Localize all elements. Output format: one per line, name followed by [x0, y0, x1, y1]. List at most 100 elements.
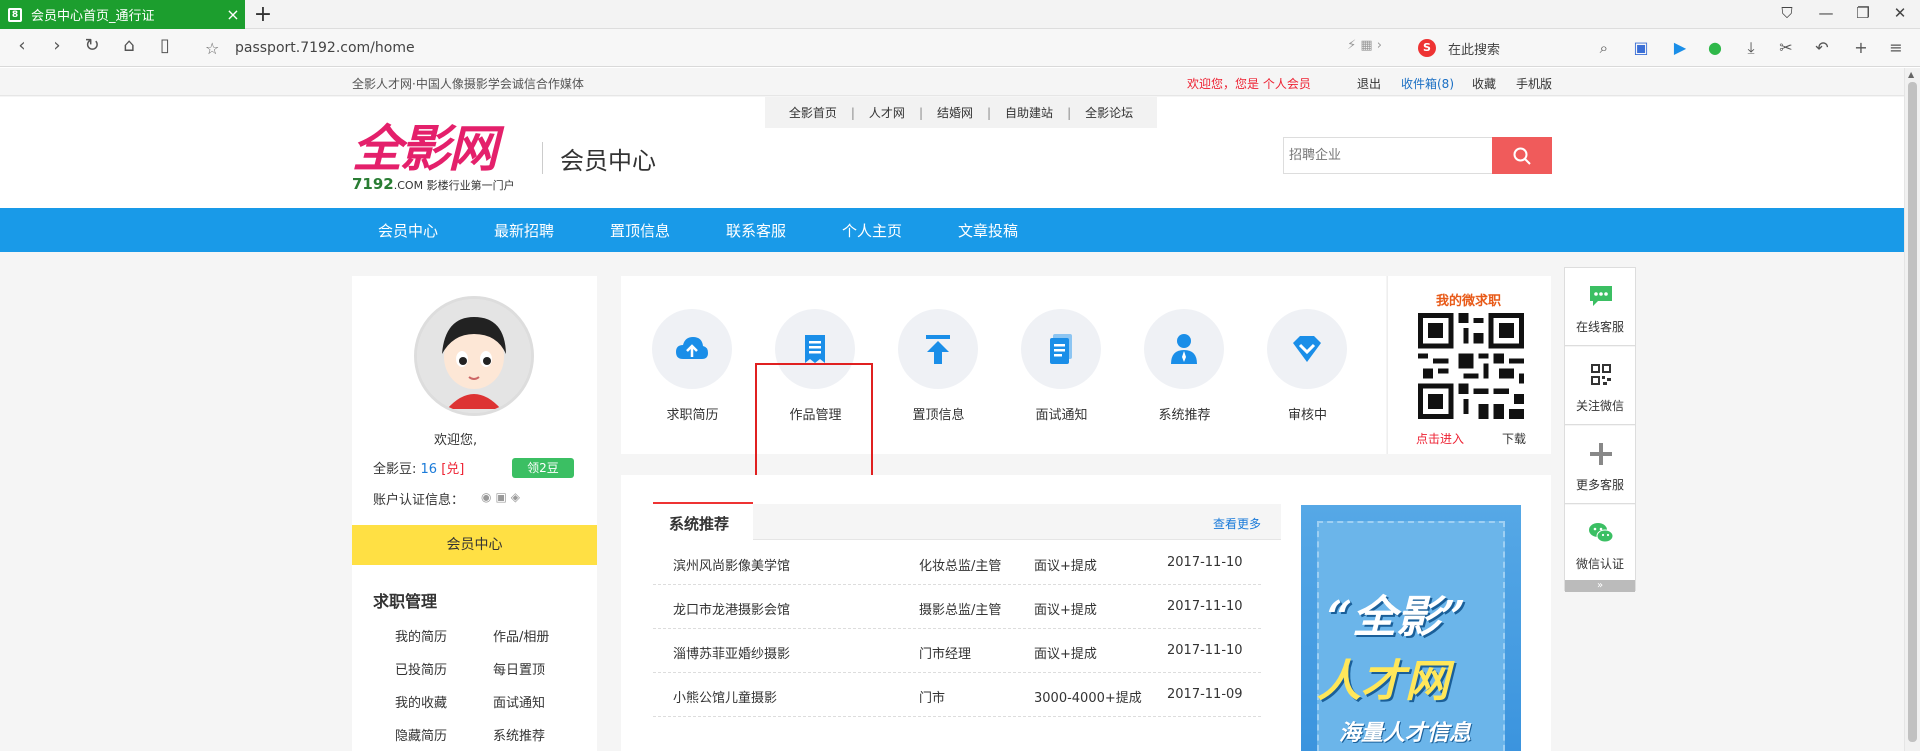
more-service-label: 更多客服 [1575, 478, 1624, 492]
nav-contact-service[interactable]: 联系客服 [726, 220, 786, 241]
subnav-wedding[interactable]: 结婚网 [937, 104, 973, 121]
table-row[interactable]: 淄博苏菲亚婚纱摄影 门市经理 面议+提成 2017-11-10 [653, 629, 1261, 673]
page-scrollbar[interactable]: ▲ [1904, 68, 1920, 751]
row-position: 摄影总监/主管 [919, 603, 1002, 618]
table-row[interactable]: 小熊公馆儿童摄影 门市 3000-4000+提成 2017-11-09 [653, 673, 1261, 717]
nav-personal-page[interactable]: 个人主页 [842, 220, 902, 241]
online-service-button[interactable]: 在线客服 [1565, 268, 1635, 346]
recommend-tabs: 系统推荐 查看更多 [653, 502, 1281, 540]
wechat-icon[interactable]: ● [1705, 38, 1725, 58]
browser-search-box[interactable]: S 在此搜索 ⌕ [1418, 34, 1608, 62]
add-icon[interactable]: + [1851, 38, 1871, 58]
subnav-sitebuilder[interactable]: 自助建站 [1005, 104, 1053, 121]
notice-icon [1021, 309, 1101, 389]
func-interview[interactable]: 面试通知 [1000, 276, 1123, 454]
auth-status-icons[interactable]: ◉▣◈ [481, 490, 524, 504]
beans-info: 全影豆: 16 [兑] [373, 458, 464, 477]
expand-more-icon[interactable]: » [1565, 580, 1635, 592]
play-icon[interactable]: ▶ [1670, 38, 1690, 58]
subnav-talent[interactable]: 人才网 [869, 104, 905, 121]
view-more-link[interactable]: 查看更多 [1213, 515, 1261, 532]
logo-divider [542, 142, 543, 174]
talent-banner[interactable]: “全影” 人才网 海量人才信息 [1301, 505, 1521, 751]
restore-button[interactable]: ❐ [1851, 4, 1875, 22]
row-company[interactable]: 龙口市龙港摄影会馆 [673, 599, 790, 618]
link-works-album[interactable]: 作品/相册 [493, 626, 549, 645]
forward-icon[interactable]: › [45, 35, 69, 56]
subnav-forum[interactable]: 全影论坛 [1085, 104, 1133, 121]
func-top-info[interactable]: 置顶信息 [877, 276, 1000, 454]
nav-submit-article[interactable]: 文章投稿 [958, 220, 1018, 241]
qr-code-icon[interactable] [1418, 313, 1524, 419]
address-bar: ‹ › ↻ ⌂ ▯ ☆ passport.7192.com/home ⚡ ▦ ›… [0, 29, 1920, 67]
row-position: 门市经理 [919, 647, 972, 662]
logout-link[interactable]: 退出 [1357, 75, 1381, 92]
follow-wechat-button[interactable]: 关注微信 [1565, 347, 1635, 425]
nav-member-center[interactable]: 会员中心 [378, 220, 438, 241]
translate-icon[interactable]: ▣ [1631, 38, 1651, 58]
nav-latest-jobs[interactable]: 最新招聘 [494, 220, 554, 241]
row-date: 2017-11-10 [1167, 643, 1243, 658]
table-row[interactable]: 龙口市龙港摄影会馆 摄影总监/主管 面议+提成 2017-11-10 [653, 585, 1261, 629]
search-button[interactable] [1492, 137, 1552, 174]
browser-tab-active[interactable]: 8 会员中心首页_通行证 × [0, 0, 245, 29]
scroll-thumb[interactable] [1908, 82, 1917, 742]
back-icon[interactable]: ‹ [10, 35, 34, 56]
link-interview-notice[interactable]: 面试通知 [493, 692, 545, 711]
tab-system-recommend[interactable]: 系统推荐 [653, 502, 753, 540]
search-engine-icon[interactable]: S [1418, 39, 1436, 57]
download-icon[interactable]: ⤓ [1741, 38, 1761, 58]
wechat-verify-button[interactable]: 微信认证 [1565, 505, 1635, 583]
url-actions-icon[interactable]: ⚡ ▦ › [1347, 38, 1382, 53]
mobile-link[interactable]: 手机版 [1516, 75, 1552, 92]
link-daily-top[interactable]: 每日置顶 [493, 659, 545, 678]
row-company[interactable]: 小熊公馆儿童摄影 [673, 687, 777, 706]
row-company[interactable]: 滨州风尚影像美学馆 [673, 555, 790, 574]
func-recommend[interactable]: 系统推荐 [1123, 276, 1246, 454]
subnav-home[interactable]: 全影首页 [789, 104, 837, 121]
qr-title: 我的微求职 [1436, 294, 1502, 309]
member-center-button[interactable]: 会员中心 [352, 525, 597, 565]
link-applied-resumes[interactable]: 已投简历 [395, 659, 447, 678]
row-salary: 面议+提成 [1034, 603, 1097, 618]
reader-icon[interactable]: ▯ [153, 35, 177, 56]
row-position: 化妆总监/主管 [919, 559, 1002, 574]
link-hide-resume[interactable]: 隐藏简历 [395, 725, 447, 744]
qr-download-link[interactable]: 下载 [1502, 430, 1526, 447]
inbox-link[interactable]: 收件箱(8) [1401, 75, 1454, 92]
avatar[interactable] [414, 296, 534, 416]
row-company[interactable]: 淄博苏菲亚婚纱摄影 [673, 643, 790, 662]
reload-icon[interactable]: ↻ [80, 35, 104, 56]
minimize-button[interactable]: — [1814, 4, 1838, 22]
pin-icon[interactable]: ⛉ [1775, 4, 1799, 22]
bookmark-star-icon[interactable]: ☆ [205, 39, 225, 58]
more-service-button[interactable]: 更多客服 [1565, 426, 1635, 504]
job-management-title: 求职管理 [373, 592, 438, 611]
link-system-recommend[interactable]: 系统推荐 [493, 725, 545, 744]
search-icon[interactable]: ⌕ [1600, 39, 1608, 57]
url-text: passport.7192.com/home [235, 40, 415, 56]
cloud-upload-icon [652, 309, 732, 389]
scissors-icon[interactable]: ✂ [1776, 38, 1796, 58]
table-row[interactable]: 滨州风尚影像美学馆 化妆总监/主管 面议+提成 2017-11-10 [653, 541, 1261, 585]
scroll-up-icon[interactable]: ▲ [1908, 70, 1914, 79]
site-logo[interactable]: 全影网 7192.COM 影楼行业第一门户 [352, 121, 532, 194]
tab-close-icon[interactable]: × [221, 5, 245, 24]
favorite-link[interactable]: 收藏 [1472, 75, 1496, 92]
link-my-favorites[interactable]: 我的收藏 [395, 692, 447, 711]
func-reviewing[interactable]: 审核中 [1246, 276, 1369, 454]
qr-enter-link[interactable]: 点击进入 [1416, 430, 1464, 447]
exchange-link[interactable]: [兑] [441, 462, 464, 477]
menu-icon[interactable]: ≡ [1886, 38, 1906, 58]
func-recommend-label: 系统推荐 [1158, 408, 1211, 423]
home-icon[interactable]: ⌂ [117, 35, 141, 56]
site-search-input[interactable] [1284, 138, 1492, 173]
undo-icon[interactable]: ↶ [1812, 38, 1832, 58]
get-beans-button[interactable]: 领2豆 [512, 458, 574, 478]
link-my-resume[interactable]: 我的简历 [395, 626, 447, 645]
nav-top-info[interactable]: 置顶信息 [610, 220, 670, 241]
close-window-button[interactable]: ✕ [1888, 4, 1912, 22]
url-field[interactable]: ☆ passport.7192.com/home ⚡ ▦ › [205, 34, 1390, 62]
func-resume[interactable]: 求职简历 [631, 276, 754, 454]
new-tab-button[interactable]: + [253, 2, 273, 27]
